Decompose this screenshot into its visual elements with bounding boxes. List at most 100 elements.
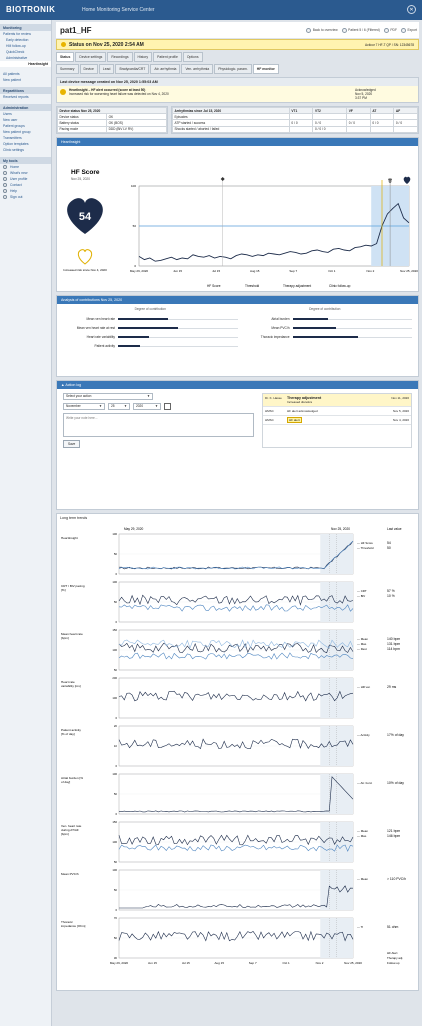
- x-tick-label: Oct 1: [328, 269, 336, 273]
- trend-series-line: [118, 652, 354, 660]
- trend-x-tick: Nov 2: [316, 961, 324, 965]
- trend-series-line: [118, 844, 354, 852]
- calendar-icon[interactable]: [164, 402, 171, 410]
- status-bar: Status on Nov 25, 2020 2:54 AM Acticor 7…: [56, 39, 419, 50]
- trend-x-tick: Jul 15: [182, 961, 190, 965]
- main-tab[interactable]: Patient profile: [153, 52, 182, 62]
- sidebar-section: All patients New patient: [0, 71, 51, 83]
- trend-x-tick: Sep 7: [249, 961, 257, 965]
- tool-icon: [3, 183, 7, 187]
- month-select[interactable]: November ▼: [63, 402, 105, 410]
- sub-tab[interactable]: Bradycardia/CRT: [115, 64, 150, 74]
- action-log-entry[interactable]: HMSC HF alert Nov 4, 2020: [263, 416, 411, 425]
- trend-series-line: [119, 540, 354, 569]
- trend-y-tick: 50: [114, 792, 118, 796]
- header-action-button[interactable]: PDF: [383, 27, 397, 33]
- arrhythmia-row-label: Shocks started / aborted / failed: [172, 125, 290, 133]
- contribution-label: Mean ven heart rate: [86, 317, 115, 322]
- heart-marker-icon: [403, 176, 411, 184]
- patient-header: pat1_HF Back to overview Patient 5 / 6 (F…: [56, 22, 419, 38]
- year-select[interactable]: 2020 ▼: [133, 402, 161, 410]
- trend-panel: Patient activity[% of day]20100— Activit…: [61, 724, 404, 768]
- sub-tab[interactable]: Lead: [98, 64, 115, 74]
- device-status-card: Device status Nov 25, 2020 Device status…: [56, 106, 168, 134]
- trend-legend: — Mean: [357, 637, 368, 641]
- sidebar-tools: My tools Home What's new User profile Contac…: [0, 157, 51, 200]
- sub-tab[interactable]: Physiologic. param.: [214, 64, 252, 74]
- trend-y-tick: 100: [112, 840, 117, 844]
- contribution-track: [118, 345, 238, 348]
- header-action-button[interactable]: Back to overview: [306, 27, 338, 33]
- trend-legend: — Activity: [357, 733, 370, 737]
- risk-heart-icon: [77, 248, 93, 265]
- tool-icon: [3, 195, 7, 199]
- trend-x-tick: Jun 15: [148, 961, 157, 965]
- contribution-track: [292, 327, 412, 330]
- entry-body: Therapy adjustment Increased diuretics: [287, 396, 383, 404]
- action-log-entry[interactable]: HMSC HF alert acknowledged Nov 5, 2020: [263, 407, 411, 416]
- main-tab[interactable]: Device settings: [75, 52, 107, 62]
- header-action-button[interactable]: Patient 5 / 6 (Filtered): [341, 27, 380, 33]
- note-textarea[interactable]: Write your note here...: [63, 412, 254, 437]
- action-log-title[interactable]: ▲ Action log: [57, 380, 418, 389]
- legend-item: Therapy adjustment: [283, 284, 311, 288]
- trends-title: Long term trends: [57, 513, 418, 522]
- action-select[interactable]: Select your action ▼: [63, 392, 153, 400]
- main-tab[interactable]: Status: [56, 52, 75, 62]
- trend-legend: — Max.: [357, 642, 367, 646]
- contribution-bar: [292, 336, 359, 339]
- sidebar-tool-label: Contact: [10, 183, 22, 187]
- arrhythmia-cell: [288, 125, 314, 133]
- trend-last-value: 54: [387, 541, 391, 545]
- y-tick-label: 100: [131, 184, 136, 188]
- trend-footer-legend: Follow-up: [387, 961, 400, 965]
- action-log-entry[interactable]: Dr. K. Hasse Therapy adjustment Increased …: [263, 393, 411, 407]
- entry-date: Nov 4, 2020: [392, 417, 409, 422]
- main-tab[interactable]: Options: [182, 52, 203, 62]
- day-select[interactable]: 25 ▼: [108, 402, 130, 410]
- trend-last-value: 10 %: [387, 594, 395, 598]
- sub-tab[interactable]: Summary: [56, 64, 79, 74]
- last-message-card: Last device message created on Nov 25, 2…: [56, 77, 419, 103]
- contribution-bar: [292, 327, 336, 330]
- trend-panel-label: [bpm]: [61, 636, 69, 640]
- header-actions: Back to overview Patient 5 / 6 (Filtered)…: [306, 27, 417, 33]
- contribution-label: Patient activity: [94, 344, 115, 349]
- trend-legend: — CRT: [357, 589, 367, 593]
- arrhythmia-cell: [393, 125, 418, 133]
- trend-x-tick: Nov 25, 2020: [344, 961, 362, 965]
- sidebar-item[interactable]: Received reports: [0, 94, 51, 100]
- sub-tab[interactable]: HF monitor: [252, 64, 279, 74]
- sidebar-tool-item[interactable]: Sign out: [0, 194, 51, 200]
- contribution-row: Patient activity: [63, 342, 238, 351]
- chevron-down-icon: ▼: [99, 404, 102, 409]
- main-tab[interactable]: History: [133, 52, 153, 62]
- trend-panel: Heart ratevariability [ms]2001000— HR va…: [61, 676, 397, 720]
- risk-text: Increased risk since Nov 4, 2020: [63, 268, 107, 272]
- sub-tab[interactable]: Ven. arrhythmia: [181, 64, 214, 74]
- header-action-button[interactable]: Export: [400, 27, 417, 33]
- trend-y-tick: 50: [114, 552, 118, 556]
- device-status-value: DDD (BiV LV RV): [106, 125, 167, 133]
- trend-y-tick: 100: [112, 696, 117, 700]
- entry-body: HF alert acknowledged: [287, 409, 383, 413]
- sidebar-item[interactable]: New patient: [0, 77, 51, 83]
- warning-icon: [61, 42, 66, 47]
- trend-legend: — HF Score: [357, 541, 373, 545]
- main-tab[interactable]: Recordings: [107, 52, 133, 62]
- contribution-label: Mean ven heart rate at rest: [76, 326, 115, 331]
- main-tabs: Status Device settings Recordings History Pa…: [56, 52, 419, 62]
- sub-tab[interactable]: Device: [79, 64, 98, 74]
- last-value-heading: Last value: [387, 527, 402, 531]
- sidebar-item[interactable]: Heartinsight: [0, 61, 51, 67]
- legend-item: Threshold: [245, 284, 259, 288]
- sub-tab[interactable]: Atr. arrhythmia: [150, 64, 181, 74]
- status-title: Status on Nov 25, 2020 2:54 AM: [69, 41, 144, 48]
- trend-last-value: 57 %: [387, 589, 395, 593]
- heartinsight-card: HeartInsight HF Score Nov 25, 2020 54 Incre…: [56, 136, 419, 292]
- contribution-col-head: Degree of contribution: [309, 306, 341, 311]
- sidebar-item[interactable]: Clinic settings: [0, 147, 51, 153]
- save-button[interactable]: Save: [63, 439, 81, 448]
- x-tick-label: May 29, 2020: [130, 269, 149, 273]
- close-icon[interactable]: ✕: [407, 5, 416, 14]
